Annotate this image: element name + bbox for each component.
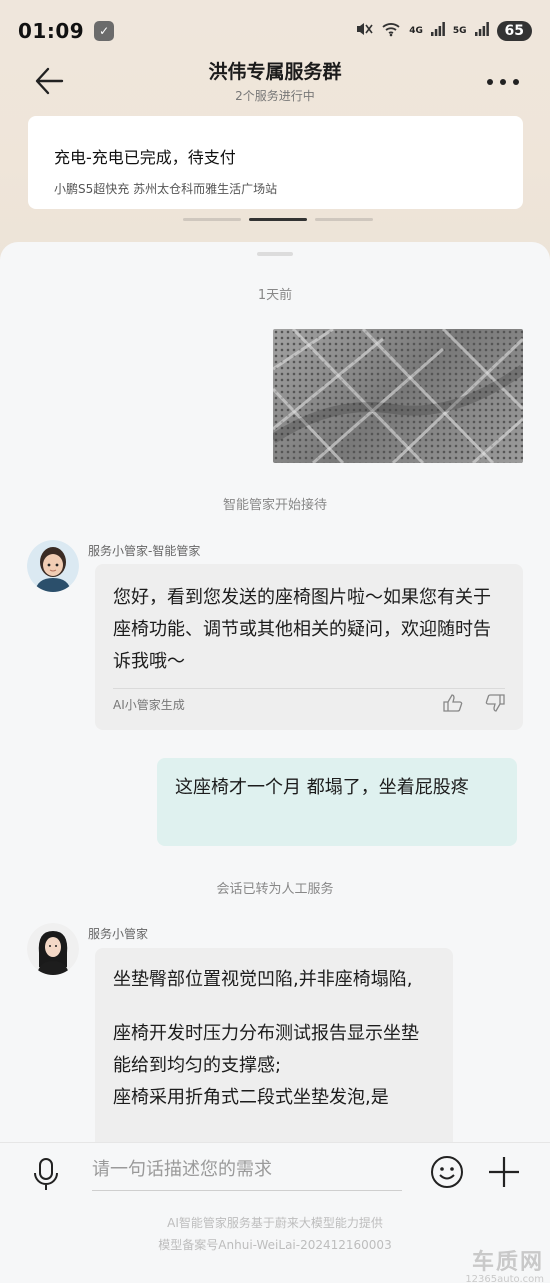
system-notice: 会话已转为人工服务 [216,882,334,897]
agent-message-bubble[interactable]: 坐垫臀部位置视觉凹陷,并非座椅塌陷, 座椅开发时压力分布测试报告显示坐垫能给到均… [95,948,453,1142]
assistant-message-text: 您好，看到您发送的座椅图片啦～如果您有关于座椅功能、调节或其他相关的疑问，欢迎随… [113,587,491,672]
signal-icon [430,22,445,40]
more-icon[interactable] [486,73,520,86]
notification-icon: ✓ [94,21,115,41]
page-title: 洪伟专属服务群 [208,61,342,83]
agent-message-text-1: 坐垫臀部位置视觉凹陷,并非座椅塌陷, [113,969,413,990]
watermark-logo: 车质网 [471,1250,544,1275]
pager-dot[interactable] [315,218,373,221]
thumbs-down-icon[interactable] [485,694,505,715]
watermark: 车质网 12365auto.com [465,1244,544,1283]
assistant-name: 服务小管家-智能管家 [88,544,201,558]
signal-5g-label: 5G [452,26,467,36]
agent-name: 服务小管家 [88,927,149,941]
image-message[interactable] [273,329,523,463]
chat-header: 洪伟专属服务群 2个服务进行中 [0,55,550,105]
plus-icon[interactable] [487,1155,521,1189]
wifi-icon [381,21,401,41]
emoji-icon[interactable] [430,1155,464,1189]
system-notice: 智能管家开始接待 [222,498,327,513]
watermark-url: 12365auto.com [465,1274,544,1283]
service-card-title: 充电-充电已完成，待支付 [54,148,236,167]
pager-dot-active[interactable] [249,218,307,221]
assistant-avatar[interactable] [27,540,79,592]
ai-generated-label: AI小管家生成 [113,697,185,712]
input-bar: 请一句话描述您的需求 [0,1142,550,1207]
status-bar: 01:09 ✓ 4G 5G 65 [0,0,550,62]
message-input[interactable]: 请一句话描述您的需求 [92,1151,402,1191]
agent-avatar[interactable] [27,923,79,975]
user-message-bubble[interactable]: 这座椅才一个月 都塌了，坐着屁股疼 [157,758,517,846]
service-card-subtitle: 小鹏S5超快充 苏州太仓科而雅生活广场站 [54,182,278,196]
user-message-text: 这座椅才一个月 都塌了，坐着屁股疼 [175,777,469,798]
pager-dot[interactable] [183,218,241,221]
signal-icon [474,22,489,40]
signal-4g-label: 4G [409,26,423,36]
drag-handle[interactable] [257,252,293,256]
ai-disclaimer: AI智能管家服务基于蔚来大模型能力提供 [167,1216,383,1230]
status-time: 01:09 [18,19,85,43]
mute-icon [355,21,373,41]
battery-indicator: 65 [496,21,532,41]
ai-generated-footer: AI小管家生成 [113,688,505,720]
status-icons: 4G 5G 65 [355,21,532,41]
service-pager [183,218,373,221]
microphone-icon[interactable] [30,1155,62,1195]
chat-panel[interactable]: 1天前 智能管家开始接待 服务小管家-智能管家 您好，看到您发送的座椅图片啦～如… [0,242,550,1142]
time-separator: 1天前 [257,288,293,303]
page-subtitle: 2个服务进行中 [235,89,315,103]
service-card[interactable]: 充电-充电已完成，待支付 小鹏S5超快充 苏州太仓科而雅生活广场站 [28,116,523,209]
assistant-message-bubble[interactable]: 您好，看到您发送的座椅图片啦～如果您有关于座椅功能、调节或其他相关的疑问，欢迎随… [95,564,523,730]
agent-message-text-3: 座椅采用折角式二段式坐垫发泡,是 [113,1087,389,1108]
thumbs-up-icon[interactable] [443,694,463,715]
agent-message-text-2: 座椅开发时压力分布测试报告显示坐垫能给到均匀的支撑感; [113,1023,419,1076]
